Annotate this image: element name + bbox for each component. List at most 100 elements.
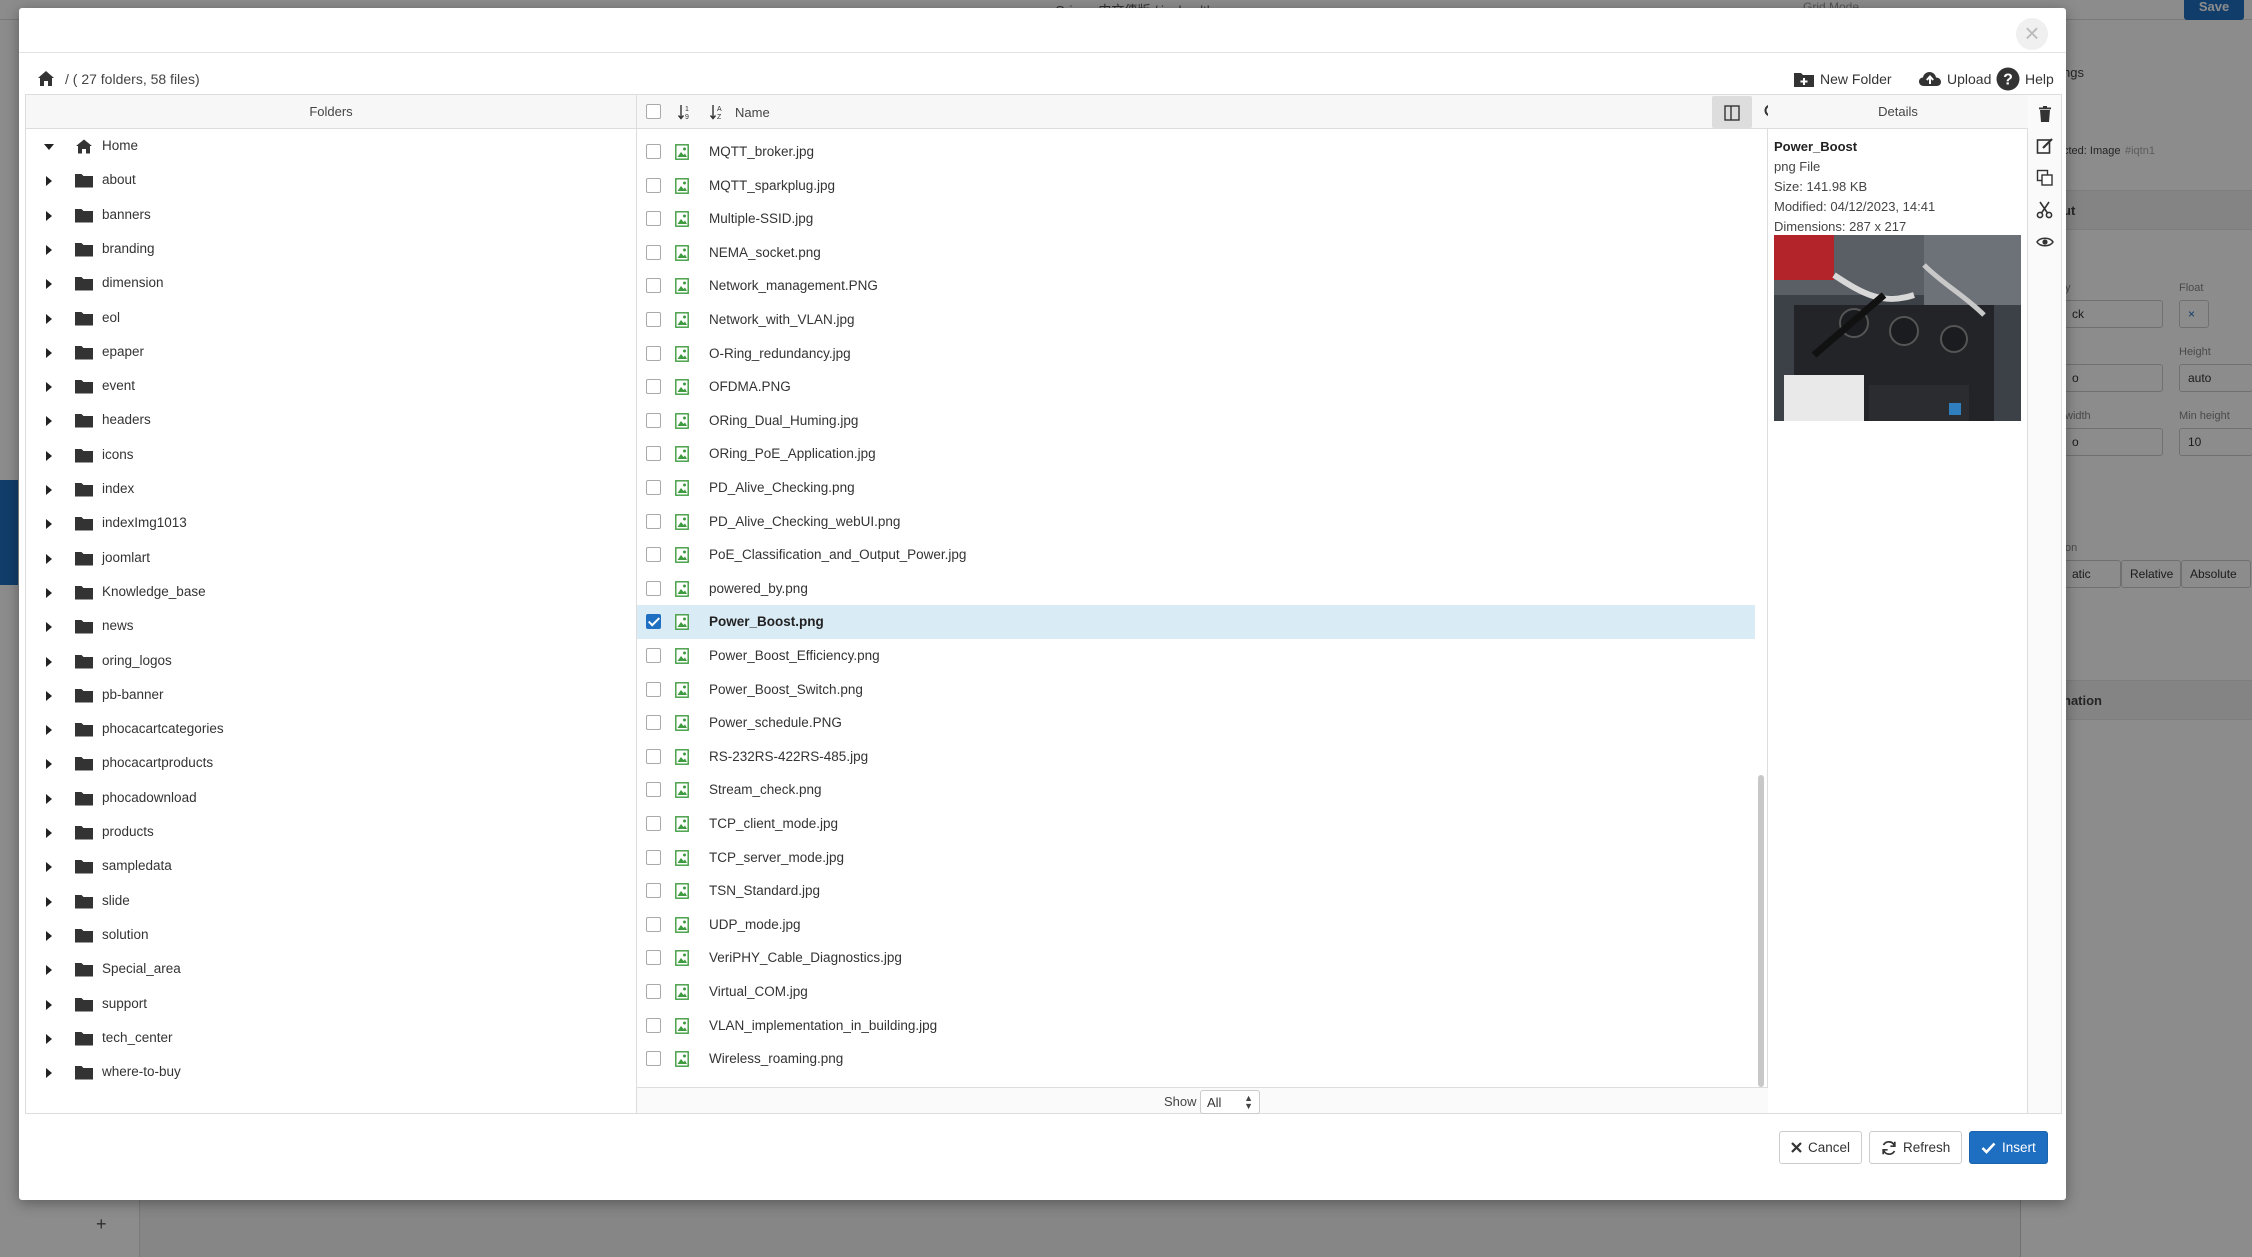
folder-item[interactable]: slide: [26, 884, 637, 918]
folder-item[interactable]: banners: [26, 198, 637, 232]
file-row[interactable]: ORing_PoE_Application.jpg: [637, 437, 1755, 471]
caret-right-icon[interactable]: [46, 999, 52, 1010]
file-checkbox[interactable]: [646, 379, 661, 395]
file-checkbox[interactable]: [646, 446, 661, 462]
file-row[interactable]: PoE_Classification_and_Output_Power.jpg: [637, 538, 1755, 572]
insert-button[interactable]: Insert: [1969, 1131, 2048, 1164]
folder-item[interactable]: Knowledge_base: [26, 575, 637, 609]
caret-right-icon[interactable]: [46, 416, 52, 427]
sort-descending-icon[interactable]: AZ: [709, 103, 727, 124]
caret-down-icon[interactable]: [44, 144, 54, 150]
folder-item[interactable]: event: [26, 369, 637, 403]
help-button[interactable]: ? Help: [1996, 67, 2054, 91]
folder-item[interactable]: phocacartcategories: [26, 712, 637, 746]
file-row[interactable]: NEMA_socket.png: [637, 236, 1755, 270]
folder-item[interactable]: joomlart: [26, 541, 637, 575]
caret-right-icon[interactable]: [46, 622, 52, 633]
folder-item[interactable]: epaper: [26, 335, 637, 369]
file-row[interactable]: MQTT_sparkplug.jpg: [637, 169, 1755, 203]
caret-right-icon[interactable]: [46, 930, 52, 941]
file-list-scrollbar[interactable]: [1758, 775, 1764, 1087]
folder-item[interactable]: pb-banner: [26, 678, 637, 712]
file-checkbox[interactable]: [646, 1017, 661, 1033]
file-row[interactable]: Power_schedule.PNG: [637, 706, 1755, 740]
trash-icon[interactable]: [2036, 105, 2054, 123]
caret-right-icon[interactable]: [46, 279, 52, 290]
home-icon[interactable]: [37, 70, 55, 87]
folder-item[interactable]: indexImg1013: [26, 506, 637, 540]
file-row[interactable]: Power_Boost.png: [637, 605, 1755, 639]
caret-right-icon[interactable]: [46, 965, 52, 976]
caret-right-icon[interactable]: [46, 587, 52, 598]
caret-right-icon[interactable]: [46, 656, 52, 667]
file-row[interactable]: Multiple-SSID.jpg: [637, 202, 1755, 236]
cancel-button[interactable]: Cancel: [1779, 1131, 1863, 1164]
file-checkbox[interactable]: [646, 950, 661, 966]
caret-right-icon[interactable]: [46, 725, 52, 736]
file-checkbox[interactable]: [646, 480, 661, 495]
file-checkbox[interactable]: [646, 916, 661, 932]
file-checkbox[interactable]: [646, 1051, 661, 1067]
file-row[interactable]: Stream_check.png: [637, 773, 1755, 807]
new-folder-button[interactable]: New Folder: [1793, 67, 1892, 91]
refresh-button[interactable]: Refresh: [1869, 1131, 1963, 1164]
edit-icon[interactable]: [2036, 137, 2054, 155]
file-checkbox[interactable]: [646, 312, 661, 327]
folder-item[interactable]: tech_center: [26, 1021, 637, 1055]
caret-right-icon[interactable]: [46, 485, 52, 495]
folder-item[interactable]: phocadownload: [26, 781, 637, 815]
file-checkbox[interactable]: [646, 984, 661, 999]
show-select[interactable]: All ▲ ▼: [1200, 1090, 1260, 1114]
folder-item[interactable]: index: [26, 472, 637, 506]
folder-item[interactable]: where-to-buy: [26, 1055, 637, 1089]
file-row[interactable]: Wireless_roaming.png: [637, 1042, 1755, 1073]
file-row[interactable]: Power_Boost_Switch.png: [637, 673, 1755, 707]
file-checkbox[interactable]: [646, 681, 661, 697]
sort-ascending-icon[interactable]: 19: [677, 103, 695, 124]
folder-item[interactable]: Special_area: [26, 952, 637, 986]
file-checkbox[interactable]: [646, 580, 661, 596]
file-row[interactable]: PD_Alive_Checking.png: [637, 471, 1755, 505]
upload-button[interactable]: Upload: [1918, 67, 1991, 91]
caret-right-icon[interactable]: [46, 313, 52, 324]
caret-right-icon[interactable]: [46, 176, 52, 187]
caret-right-icon[interactable]: [46, 828, 52, 838]
file-checkbox[interactable]: [646, 883, 661, 899]
folder-item[interactable]: about: [26, 163, 637, 197]
file-checkbox[interactable]: [646, 211, 661, 227]
folder-item[interactable]: news: [26, 609, 637, 643]
name-column-header[interactable]: Name: [735, 105, 770, 120]
file-row[interactable]: VLAN_implementation_in_building.jpg: [637, 1009, 1755, 1043]
caret-right-icon[interactable]: [46, 1068, 52, 1079]
file-row[interactable]: Network_with_VLAN.jpg: [637, 303, 1755, 337]
cut-icon[interactable]: [2036, 201, 2054, 219]
file-row[interactable]: PD_Alive_Checking_webUI.png: [637, 505, 1755, 539]
folder-item[interactable]: headers: [26, 403, 637, 437]
folder-item[interactable]: Home: [26, 129, 637, 163]
file-checkbox[interactable]: [646, 849, 661, 865]
file-checkbox[interactable]: [646, 513, 661, 529]
file-row[interactable]: OFDMA.PNG: [637, 370, 1755, 404]
caret-right-icon[interactable]: [46, 210, 52, 221]
folder-item[interactable]: icons: [26, 438, 637, 472]
caret-right-icon[interactable]: [46, 793, 52, 804]
file-checkbox[interactable]: [646, 748, 661, 764]
file-checkbox[interactable]: [646, 412, 661, 428]
file-checkbox[interactable]: [646, 345, 661, 361]
file-row[interactable]: Power_Boost_Efficiency.png: [637, 639, 1755, 673]
caret-right-icon[interactable]: [46, 862, 52, 873]
folder-item[interactable]: products: [26, 815, 637, 849]
file-row[interactable]: powered_by.png: [637, 572, 1755, 606]
folder-item[interactable]: eol: [26, 301, 637, 335]
caret-right-icon[interactable]: [46, 1033, 52, 1044]
file-row[interactable]: Virtual_COM.jpg: [637, 975, 1755, 1009]
modal-close-button[interactable]: ×: [2016, 18, 2048, 50]
file-row[interactable]: ORing_Dual_Huming.jpg: [637, 404, 1755, 438]
file-row[interactable]: VeriPHY_Cable_Diagnostics.jpg: [637, 941, 1755, 975]
file-checkbox[interactable]: [646, 278, 661, 294]
caret-right-icon[interactable]: [46, 244, 52, 255]
caret-right-icon[interactable]: [46, 553, 52, 564]
details-toggle-button[interactable]: [1712, 96, 1752, 128]
caret-right-icon[interactable]: [46, 519, 52, 530]
file-row[interactable]: RS-232RS-422RS-485.jpg: [637, 740, 1755, 774]
